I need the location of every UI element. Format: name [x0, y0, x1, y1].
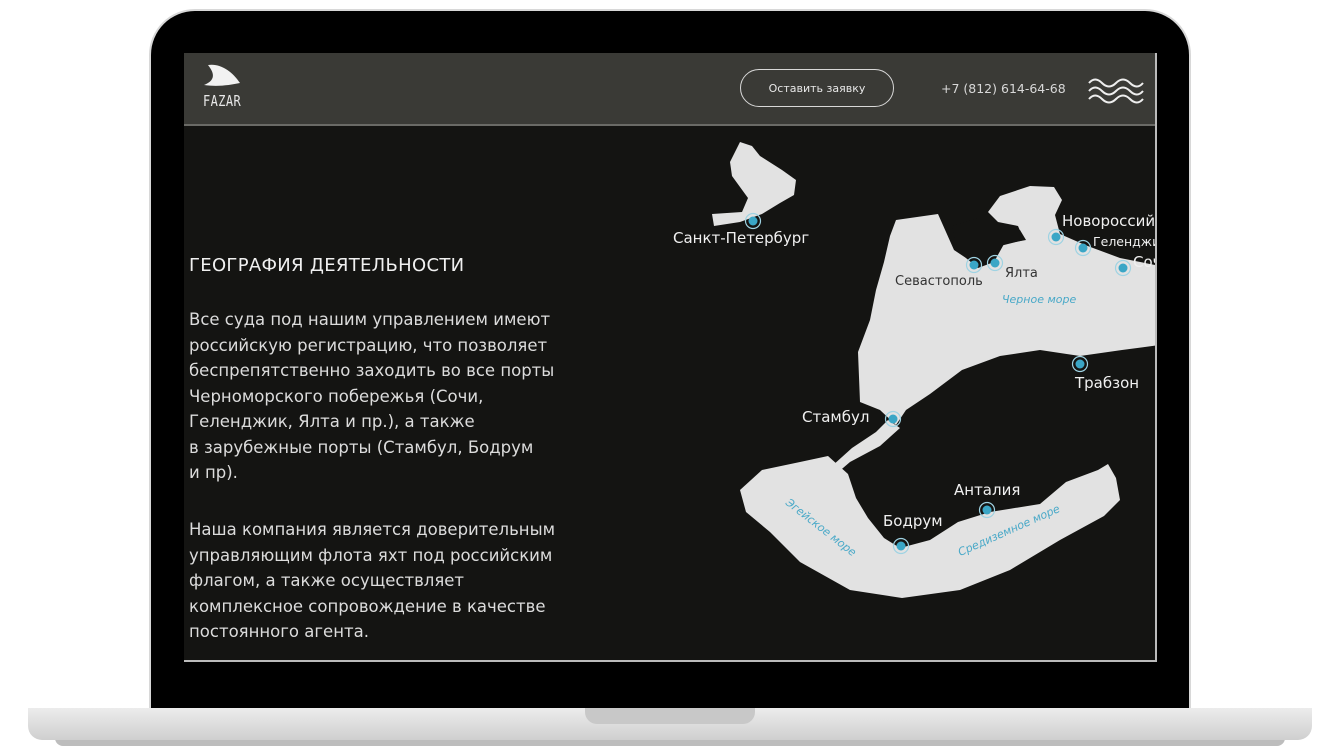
bosphorus-strait-shape [832, 420, 900, 474]
port-label-saint-petersburg: Санкт-Петербург [673, 229, 810, 247]
port-label-novorossiysk: Новороссийск [1062, 212, 1156, 230]
sea-label-black-sea: Черное море [1002, 293, 1077, 306]
port-marker-2[interactable] [1078, 243, 1088, 253]
port-marker-4[interactable] [969, 260, 979, 270]
port-label-sochi: Сочи [1133, 253, 1155, 271]
port-marker-3[interactable] [1118, 263, 1128, 273]
port-marker-5[interactable] [990, 258, 1000, 268]
port-label-sevastopol: Севастополь [895, 274, 983, 289]
port-marker-7[interactable] [888, 414, 898, 424]
port-label-istanbul: Стамбул [802, 408, 870, 426]
laptop-notch [585, 708, 755, 724]
geography-map [712, 142, 1155, 598]
website-screen: FAZAR Оставить заявку +7 (812) 614-64-68… [184, 53, 1157, 662]
port-marker-1[interactable] [1051, 232, 1061, 242]
port-marker-9[interactable] [896, 541, 906, 551]
port-marker-6[interactable] [1075, 359, 1085, 369]
port-label-yalta: Ялта [1005, 266, 1038, 281]
port-marker-8[interactable] [982, 505, 992, 515]
port-label-gelendzhik: Геленджик [1093, 234, 1155, 249]
port-label-trabzon: Трабзон [1075, 374, 1140, 392]
port-label-antalya: Анталия [954, 481, 1021, 499]
port-label-bodrum: Бодрум [883, 512, 943, 530]
port-marker-0[interactable] [748, 216, 758, 226]
